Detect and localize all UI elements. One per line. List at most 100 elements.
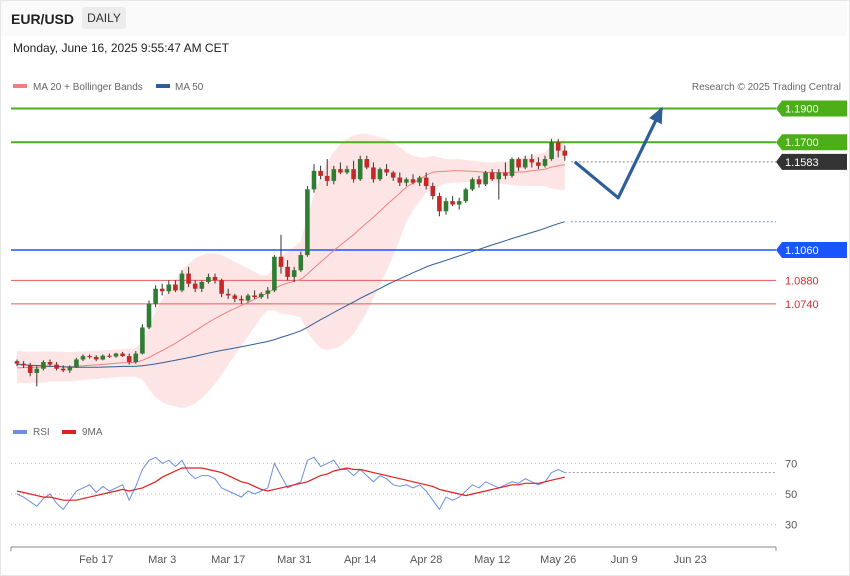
candle-body xyxy=(278,256,284,267)
candle-body xyxy=(199,282,205,289)
x-tick-label: Mar 3 xyxy=(148,554,176,566)
candle-body xyxy=(27,365,33,373)
candle-body xyxy=(67,367,73,371)
candle-body xyxy=(456,201,462,205)
x-tick-label: Mar 17 xyxy=(211,554,245,566)
candle-body xyxy=(397,177,403,183)
ma20-legend-swatch xyxy=(13,84,27,88)
candle-body xyxy=(305,189,310,256)
candle-body xyxy=(87,356,92,358)
candle-body xyxy=(404,179,409,183)
candle-body xyxy=(179,273,185,291)
level-label-1.0740: 1.0740 xyxy=(785,299,819,311)
candle-body xyxy=(173,284,178,291)
level-label-1.1900: 1.1900 xyxy=(785,104,819,116)
rsi-tick-30: 30 xyxy=(785,520,797,532)
ma9-legend-label: 9MA xyxy=(82,427,103,438)
ma50-legend-label: MA 50 xyxy=(175,82,204,93)
x-tick-label: Jun 9 xyxy=(611,554,638,566)
candle-body xyxy=(338,169,343,173)
candle-body xyxy=(225,293,231,296)
x-tick-label: Apr 14 xyxy=(344,554,376,566)
candle-body xyxy=(450,201,455,205)
ma50-legend-swatch xyxy=(156,84,170,88)
candle-body xyxy=(80,356,86,360)
x-tick-label: May 12 xyxy=(474,554,510,566)
candle-body xyxy=(60,368,66,371)
x-tick-label: Jun 23 xyxy=(674,554,707,566)
rsi-legend-label: RSI xyxy=(33,427,50,438)
x-tick-label: Apr 28 xyxy=(410,554,442,566)
candle-body xyxy=(252,295,257,298)
candle-body xyxy=(74,359,79,368)
candle-body xyxy=(503,172,508,176)
candle-body xyxy=(245,295,251,301)
candle-body xyxy=(522,159,528,168)
level-label-1.1700: 1.1700 xyxy=(785,137,819,149)
candle-body xyxy=(390,172,396,178)
candle-body xyxy=(192,283,198,289)
candle-body xyxy=(311,170,317,190)
candle-body xyxy=(258,293,264,298)
candle-body xyxy=(47,362,53,365)
candle-body xyxy=(331,169,337,181)
candle-body xyxy=(562,150,568,156)
candle-body xyxy=(351,169,356,180)
candle-body xyxy=(126,356,132,362)
candle-body xyxy=(430,186,436,197)
candle-body xyxy=(93,356,99,360)
candle-body xyxy=(153,288,158,304)
candle-body xyxy=(232,295,238,299)
candle-body xyxy=(140,327,145,354)
chart-svg: MA 20 + Bollinger Bands MA 50 Research ©… xyxy=(10,82,847,566)
candle-body xyxy=(318,170,323,176)
candle-body xyxy=(212,276,218,281)
ma20-legend-label: MA 20 + Bollinger Bands xyxy=(33,82,143,93)
candle-body xyxy=(265,290,271,294)
candle-body xyxy=(423,177,429,186)
candle-body xyxy=(384,169,389,173)
candle-body xyxy=(364,159,370,168)
level-label-1.0880: 1.0880 xyxy=(785,275,819,287)
candle-body xyxy=(285,266,290,277)
candle-body xyxy=(437,196,442,212)
candle-body xyxy=(54,364,59,369)
candle-body xyxy=(529,159,535,163)
level-label-1.1583: 1.1583 xyxy=(785,157,819,169)
rsi-panel: 70 50 30 xyxy=(11,456,797,532)
candle-body xyxy=(483,172,488,185)
candle-body xyxy=(417,177,422,183)
candle-body xyxy=(298,255,304,271)
candle-body xyxy=(555,142,561,151)
candle-body xyxy=(186,273,191,284)
candle-body xyxy=(536,162,541,166)
candle-body xyxy=(219,280,224,294)
candle-body xyxy=(146,303,152,328)
candle-body xyxy=(133,353,139,362)
candle-body xyxy=(100,355,106,360)
candle-body xyxy=(443,201,449,212)
candle-body xyxy=(476,179,482,185)
rsi-legend-swatch xyxy=(13,430,27,434)
candle-body xyxy=(324,175,330,181)
candle-body xyxy=(489,172,495,180)
forecast-path xyxy=(573,107,664,200)
candle-body xyxy=(470,179,475,190)
candle-body xyxy=(357,159,363,180)
candle-body xyxy=(34,368,40,373)
candle-body xyxy=(542,159,548,166)
candle-body xyxy=(14,361,20,364)
candle-body xyxy=(107,355,112,357)
candle-body xyxy=(516,159,521,168)
x-tick-label: May 26 xyxy=(540,554,576,566)
rsi-tick-70: 70 xyxy=(785,458,797,470)
level-label-1.1060: 1.1060 xyxy=(785,245,819,257)
candle-body xyxy=(41,362,46,369)
candle-body xyxy=(120,353,125,357)
credit-label: Research © 2025 Trading Central xyxy=(692,82,841,93)
candle-body xyxy=(113,353,119,357)
candle-body xyxy=(291,270,297,277)
x-tick-label: Feb 17 xyxy=(79,554,113,566)
candle-body xyxy=(21,363,26,366)
candle-body xyxy=(206,276,211,282)
